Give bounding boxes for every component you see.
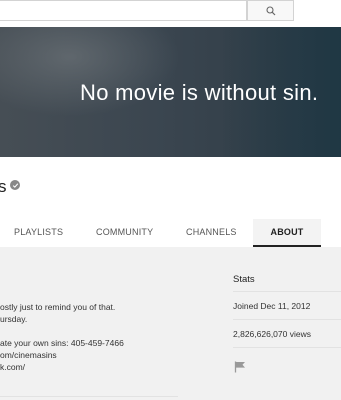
joined-date: Joined Dec 11, 2012 — [233, 301, 311, 311]
top-bar — [0, 0, 341, 27]
description-line: ate your own sins: 405-459-7466 — [0, 338, 124, 348]
flag-icon[interactable] — [234, 361, 248, 373]
stats-title: Stats — [233, 274, 255, 285]
description-line: ursday. — [0, 314, 28, 324]
description-link[interactable]: k.com/ — [0, 362, 25, 372]
tab-about[interactable]: ABOUT — [253, 219, 321, 247]
tab-channels[interactable]: CHANNELS — [186, 219, 236, 247]
description-divider — [0, 396, 178, 397]
stats-divider — [233, 319, 341, 320]
banner-tagline: No movie is without sin. — [80, 80, 319, 105]
view-count: 2,826,626,070 views — [233, 329, 311, 339]
search-button[interactable] — [247, 0, 294, 21]
channel-tabs: PLAYLISTS COMMUNITY CHANNELS ABOUT — [0, 219, 341, 247]
channel-name: s — [0, 177, 7, 196]
stats-divider — [233, 291, 341, 292]
description-line: ostly just to remind you of that. — [0, 302, 116, 312]
search-input[interactable] — [0, 0, 247, 21]
tab-community[interactable]: COMMUNITY — [96, 219, 153, 247]
stats-divider — [233, 347, 341, 348]
about-content: ostly just to remind you of that. ursday… — [0, 247, 341, 400]
check-badge-icon — [10, 180, 20, 190]
channel-banner: No movie is without sin. — [0, 27, 341, 157]
channel-header: s PLAYLISTS COMMUNITY CHANNELS ABOUT — [0, 157, 341, 247]
tab-playlists[interactable]: PLAYLISTS — [14, 219, 63, 247]
description-link[interactable]: om/cinemasins — [0, 350, 57, 360]
search-icon — [265, 5, 275, 15]
